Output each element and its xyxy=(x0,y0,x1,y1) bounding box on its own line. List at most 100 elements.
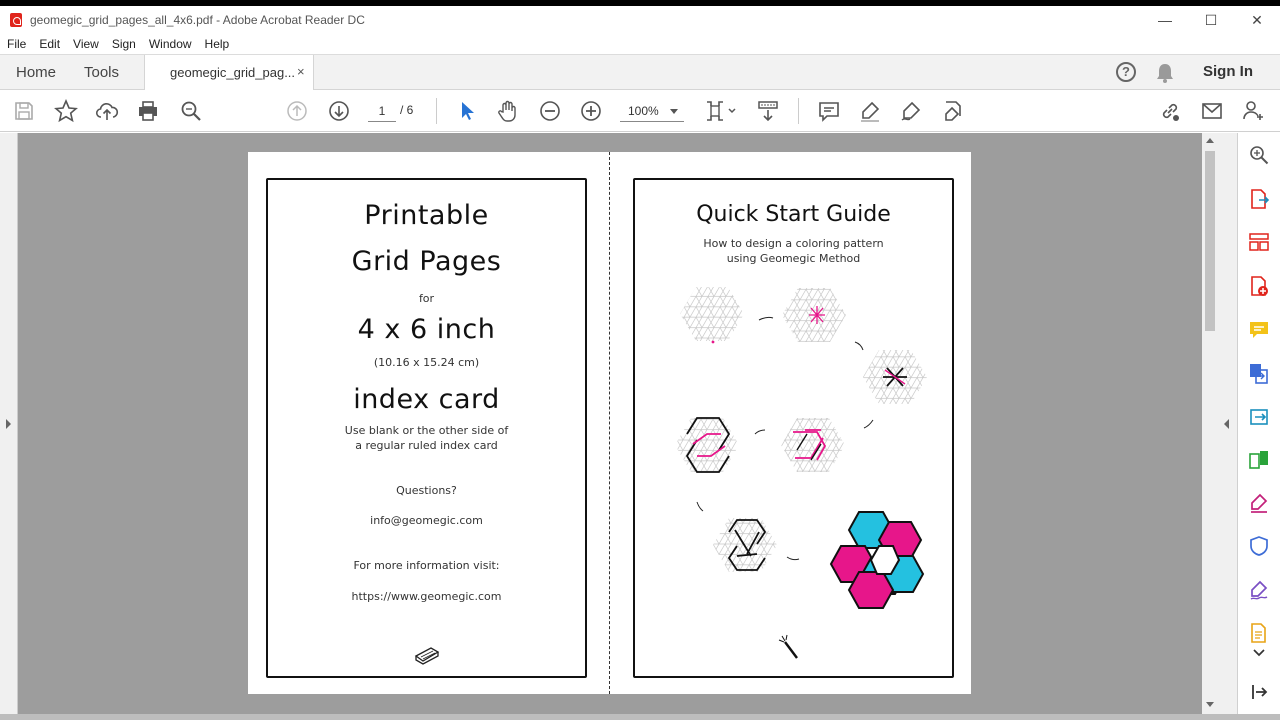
print-icon[interactable] xyxy=(136,99,160,123)
status-edge xyxy=(0,714,1280,720)
text-website-url: https://www.geomegic.com xyxy=(351,590,502,603)
page-fit-icon[interactable] xyxy=(704,99,738,123)
fill-and-sign-icon[interactable] xyxy=(1248,492,1270,514)
scroll-mode-icon[interactable] xyxy=(756,99,780,123)
toolbar-divider xyxy=(436,98,437,124)
tab-document[interactable]: geomegic_grid_pag... × xyxy=(144,55,314,91)
menu-sign[interactable]: Sign xyxy=(112,37,136,51)
scrollbar-thumb[interactable] xyxy=(1205,151,1215,331)
minimize-button[interactable]: — xyxy=(1142,6,1188,34)
chevron-down-icon[interactable] xyxy=(1248,646,1270,660)
toolbar: 1 / 6 100% xyxy=(0,90,1280,132)
arrow-icon xyxy=(758,316,774,321)
sign-in-button[interactable]: Sign In xyxy=(1203,63,1253,80)
menu-edit[interactable]: Edit xyxy=(39,37,60,51)
menu-file[interactable]: File xyxy=(7,37,26,51)
close-window-button[interactable]: ✕ xyxy=(1234,6,1280,34)
title-printable: Printable xyxy=(364,200,489,231)
zoom-search-icon[interactable] xyxy=(1248,144,1270,166)
collapse-pane-icon[interactable] xyxy=(1248,681,1270,703)
step-1-grid xyxy=(680,287,744,344)
pdf-page: Printable Grid Pages for 4 x 6 inch (10.… xyxy=(248,152,971,694)
cloud-upload-icon[interactable] xyxy=(95,99,119,123)
comment-tool-icon[interactable] xyxy=(1248,319,1270,341)
document-tab-label: geomegic_grid_pag... xyxy=(170,65,296,80)
step-5-grid xyxy=(675,417,739,473)
compare-files-icon[interactable] xyxy=(1248,449,1270,471)
tab-tools[interactable]: Tools xyxy=(84,64,119,81)
draw-sign-icon[interactable] xyxy=(899,99,923,123)
protect-shield-icon[interactable] xyxy=(1248,535,1270,557)
toolbar-divider xyxy=(798,98,799,124)
hand-tool-icon[interactable] xyxy=(496,99,520,123)
left-panel-toggle[interactable] xyxy=(0,133,18,715)
text-index-card: index card xyxy=(353,384,500,415)
text-questions: Questions? xyxy=(396,484,457,497)
zoom-in-icon[interactable] xyxy=(579,99,603,123)
select-cursor-icon[interactable] xyxy=(455,99,479,123)
scroll-down-icon[interactable] xyxy=(1206,702,1214,707)
text-card-size: 4 x 6 inch xyxy=(357,314,496,345)
bell-icon[interactable] xyxy=(1155,62,1175,84)
next-page-icon[interactable] xyxy=(327,99,351,123)
text-metric-size: (10.16 x 15.24 cm) xyxy=(373,356,480,369)
arrow-icon xyxy=(696,501,704,512)
fill-sign-icon[interactable] xyxy=(941,99,965,123)
share-link-icon[interactable] xyxy=(1158,99,1182,123)
page-total: / 6 xyxy=(400,103,414,117)
add-person-icon[interactable] xyxy=(1241,99,1265,123)
text-email: info@geomegic.com xyxy=(370,514,483,527)
magic-wand-icon xyxy=(778,634,798,659)
chevron-left-icon xyxy=(1224,419,1229,429)
vertical-scrollbar[interactable] xyxy=(1202,133,1218,715)
comment-icon[interactable] xyxy=(817,99,841,123)
close-tab-icon[interactable]: × xyxy=(297,64,305,79)
send-for-review-icon[interactable] xyxy=(1248,405,1270,427)
find-search-icon[interactable] xyxy=(179,99,203,123)
more-tools-icon[interactable] xyxy=(1248,622,1270,644)
coloring-steps-diagram xyxy=(675,287,927,659)
pdf-app-icon xyxy=(10,13,22,27)
step-3-grid xyxy=(863,350,927,404)
menu-window[interactable]: Window xyxy=(149,37,192,51)
right-panel-toggle[interactable] xyxy=(1218,133,1237,715)
zoom-level-value: 100% xyxy=(628,104,659,118)
tab-bar: Home Tools geomegic_grid_pag... × ? Sign… xyxy=(0,54,1280,91)
index-card-left: Printable Grid Pages for 4 x 6 inch (10.… xyxy=(266,178,587,678)
text-usage-line-1: Use blank or the other side of xyxy=(344,424,509,437)
export-pdf-icon[interactable] xyxy=(1248,188,1270,210)
help-icon[interactable]: ? xyxy=(1116,62,1136,82)
page-number-input[interactable]: 1 xyxy=(368,100,396,122)
window-title: geomegic_grid_pages_all_4x6.pdf - Adobe … xyxy=(30,13,365,27)
pencil-sharpener-icon xyxy=(414,647,440,665)
menu-help[interactable]: Help xyxy=(205,37,230,51)
request-signature-icon[interactable] xyxy=(1248,579,1270,601)
bookmark-star-icon[interactable] xyxy=(54,98,78,123)
highlight-pen-icon[interactable] xyxy=(858,99,882,123)
zoom-level-dropdown[interactable]: 100% xyxy=(620,100,684,122)
organize-pages-icon[interactable] xyxy=(1248,231,1270,253)
window-controls: — ☐ ✕ xyxy=(1142,6,1280,34)
zoom-out-icon[interactable] xyxy=(538,99,562,123)
title-grid-pages: Grid Pages xyxy=(351,246,502,277)
create-pdf-icon[interactable] xyxy=(1248,275,1270,297)
colored-pattern xyxy=(829,511,925,609)
arrow-icon xyxy=(854,341,864,351)
combine-files-icon[interactable] xyxy=(1248,362,1270,384)
tab-home[interactable]: Home xyxy=(16,64,56,81)
maximize-button[interactable]: ☐ xyxy=(1188,6,1234,34)
chevron-right-icon xyxy=(6,419,11,429)
text-for: for xyxy=(418,292,435,305)
menu-bar: File Edit View Sign Window Help xyxy=(0,34,1280,54)
step-2-grid xyxy=(782,288,846,342)
email-icon[interactable] xyxy=(1200,99,1224,123)
step-6-grid xyxy=(713,518,777,572)
chevron-down-icon xyxy=(670,109,678,114)
cut-line xyxy=(609,152,610,694)
scroll-up-icon[interactable] xyxy=(1206,138,1214,143)
menu-view[interactable]: View xyxy=(73,37,99,51)
arrow-icon xyxy=(863,419,874,429)
save-icon[interactable] xyxy=(12,99,36,123)
previous-page-icon[interactable] xyxy=(285,99,309,123)
index-card-right: Quick Start Guide How to design a colori… xyxy=(633,178,954,678)
